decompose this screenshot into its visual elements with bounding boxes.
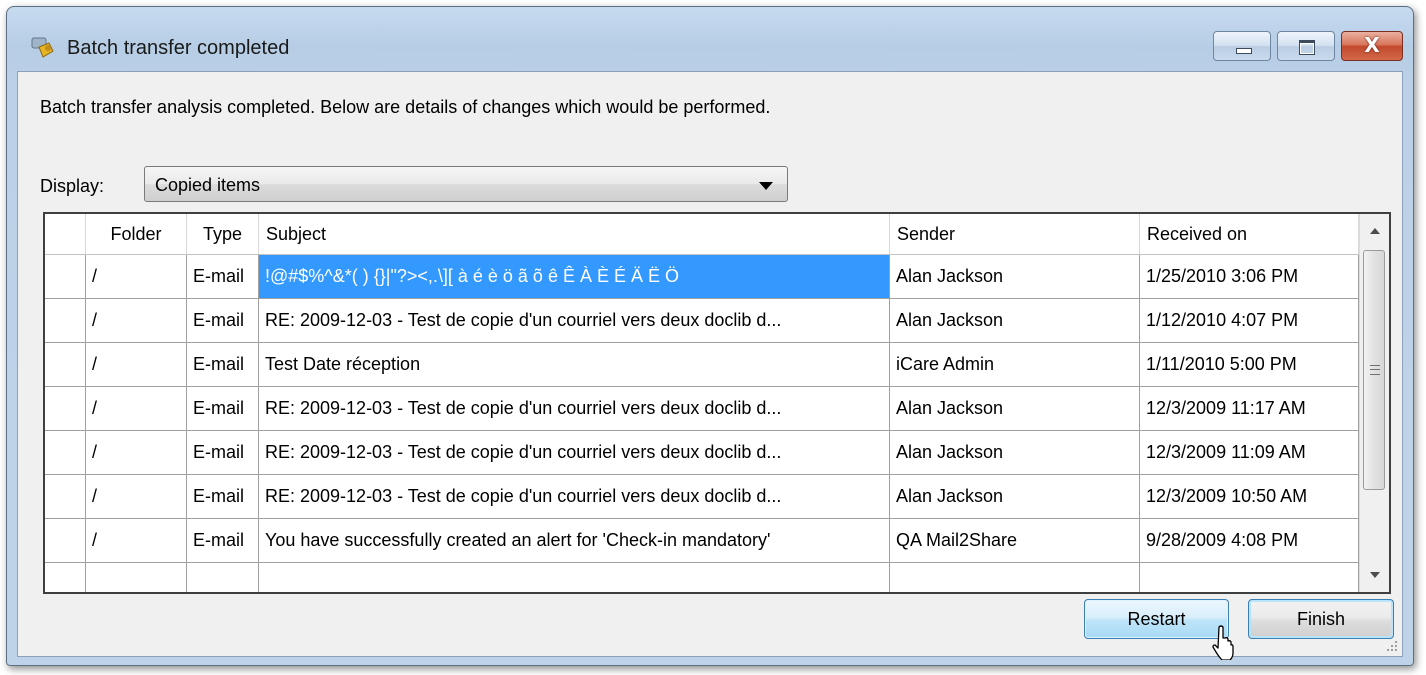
restart-button[interactable]: Restart	[1084, 599, 1229, 639]
cell-folder[interactable]: /	[86, 431, 187, 475]
cell-subject[interactable]: Test Date réception	[259, 343, 890, 387]
column-header-subject[interactable]: Subject	[259, 214, 890, 254]
description-text: Batch transfer analysis completed. Below…	[40, 97, 771, 117]
scroll-up-button[interactable]	[1360, 214, 1389, 248]
cell-type[interactable]: E-mail	[187, 475, 259, 519]
cell-sender[interactable]: Alan Jackson	[890, 299, 1140, 343]
cell-sender[interactable]: iCare Admin	[890, 343, 1140, 387]
cell-type[interactable]: E-mail	[187, 343, 259, 387]
cell-subject[interactable]: RE: 2009-12-03 - Test de copie d'un cour…	[259, 299, 890, 343]
cell-type[interactable]: E-mail	[187, 387, 259, 431]
cell-subject[interactable]: RE: 2009-12-03 - Test de copie d'un cour…	[259, 431, 890, 475]
table-row[interactable]: / E-mail RE: 2009-12-03 - Test de copie d'…	[45, 431, 1359, 475]
cell-received[interactable]: 12/3/2009 11:17 AM	[1140, 387, 1359, 431]
row-header[interactable]	[45, 563, 86, 592]
window-title: Batch transfer completed	[67, 37, 290, 59]
grip-icon	[1370, 365, 1380, 375]
column-header-sender[interactable]: Sender	[890, 214, 1140, 254]
row-header-corner	[45, 214, 86, 254]
scroll-down-button[interactable]	[1360, 558, 1389, 592]
cell-type[interactable]: E-mail	[187, 431, 259, 475]
cell-folder[interactable]: /	[86, 519, 187, 563]
cell-received[interactable]	[1140, 563, 1359, 592]
column-header-received[interactable]: Received on	[1140, 214, 1359, 254]
cell-folder[interactable]: /	[86, 299, 187, 343]
cell-type[interactable]: E-mail	[187, 299, 259, 343]
table-row[interactable]	[45, 563, 1359, 592]
minimize-button[interactable]	[1213, 31, 1271, 61]
vertical-scrollbar[interactable]	[1359, 214, 1389, 592]
cell-type[interactable]: E-mail	[187, 255, 259, 299]
table-row[interactable]: / E-mail Test Date réception iCare Admin 1/1…	[45, 343, 1359, 387]
resize-grip-icon[interactable]	[1386, 640, 1398, 652]
cell-received[interactable]: 1/25/2010 3:06 PM	[1140, 255, 1359, 299]
cell-folder[interactable]: /	[86, 255, 187, 299]
table-row[interactable]: / E-mail RE: 2009-12-03 - Test de copie d'…	[45, 475, 1359, 519]
table-row[interactable]: / E-mail You have successfully created an …	[45, 519, 1359, 563]
cell-sender[interactable]: QA Mail2Share	[890, 519, 1140, 563]
maximize-button[interactable]	[1277, 31, 1335, 61]
row-header[interactable]	[45, 299, 86, 343]
minimize-icon	[1236, 48, 1252, 54]
cell-sender[interactable]: Alan Jackson	[890, 387, 1140, 431]
cell-subject[interactable]: RE: 2009-12-03 - Test de copie d'un cour…	[259, 387, 890, 431]
items-grid[interactable]: Folder Type Subject Sender Received on /…	[43, 212, 1391, 594]
cell-sender[interactable]: Alan Jackson	[890, 431, 1140, 475]
cell-subject[interactable]: RE: 2009-12-03 - Test de copie d'un cour…	[259, 475, 890, 519]
title-bar[interactable]: Batch transfer completed X	[7, 7, 1413, 71]
cell-received[interactable]: 9/28/2009 4:08 PM	[1140, 519, 1359, 563]
row-header[interactable]	[45, 343, 86, 387]
row-header[interactable]	[45, 475, 86, 519]
cell-folder[interactable]	[86, 563, 187, 592]
cell-sender[interactable]: Alan Jackson	[890, 255, 1140, 299]
table-row[interactable]: / E-mail !@#$%^&*( ) {}|"?><,.\][ à é è ö …	[45, 255, 1359, 299]
row-header[interactable]	[45, 519, 86, 563]
cell-sender[interactable]	[890, 563, 1140, 592]
caption-buttons: X	[1213, 31, 1403, 61]
cell-subject[interactable]: You have successfully created an alert f…	[259, 519, 890, 563]
arrow-up-icon	[1370, 228, 1380, 234]
cell-received[interactable]: 1/11/2010 5:00 PM	[1140, 343, 1359, 387]
scroll-thumb[interactable]	[1363, 250, 1385, 490]
cell-subject[interactable]	[259, 563, 890, 592]
grid-body: Folder Type Subject Sender Received on /…	[45, 214, 1359, 592]
cell-subject[interactable]: !@#$%^&*( ) {}|"?><,.\][ à é è ö ã õ ê Ê…	[259, 255, 890, 299]
close-button[interactable]: X	[1341, 31, 1403, 61]
cell-type[interactable]: E-mail	[187, 519, 259, 563]
app-icon	[31, 37, 54, 58]
finish-button[interactable]: Finish	[1248, 599, 1394, 639]
grid-header: Folder Type Subject Sender Received on	[45, 214, 1359, 255]
table-row[interactable]: / E-mail RE: 2009-12-03 - Test de copie d'…	[45, 299, 1359, 343]
cell-type[interactable]	[187, 563, 259, 592]
row-header[interactable]	[45, 431, 86, 475]
row-header[interactable]	[45, 255, 86, 299]
row-header[interactable]	[45, 387, 86, 431]
display-dropdown[interactable]: Copied items	[144, 166, 788, 202]
dialog-content: Batch transfer analysis completed. Below…	[17, 71, 1403, 660]
cell-folder[interactable]: /	[86, 343, 187, 387]
cell-received[interactable]: 1/12/2010 4:07 PM	[1140, 299, 1359, 343]
cell-sender[interactable]: Alan Jackson	[890, 475, 1140, 519]
close-icon: X	[1364, 33, 1380, 57]
maximize-icon	[1299, 40, 1315, 55]
table-row[interactable]: / E-mail RE: 2009-12-03 - Test de copie d'…	[45, 387, 1359, 431]
chevron-down-icon	[759, 182, 773, 190]
dialog-window: Batch transfer completed X Batch transfe…	[6, 6, 1414, 666]
display-label: Display:	[40, 176, 105, 196]
cell-received[interactable]: 12/3/2009 11:09 AM	[1140, 431, 1359, 475]
cell-folder[interactable]: /	[86, 387, 187, 431]
column-header-folder[interactable]: Folder	[86, 214, 187, 254]
cell-folder[interactable]: /	[86, 475, 187, 519]
display-dropdown-value: Copied items	[155, 175, 261, 195]
cell-received[interactable]: 12/3/2009 10:50 AM	[1140, 475, 1359, 519]
column-header-type[interactable]: Type	[187, 214, 259, 254]
mouse-pointer-icon	[1212, 625, 1234, 660]
arrow-down-icon	[1370, 572, 1380, 578]
